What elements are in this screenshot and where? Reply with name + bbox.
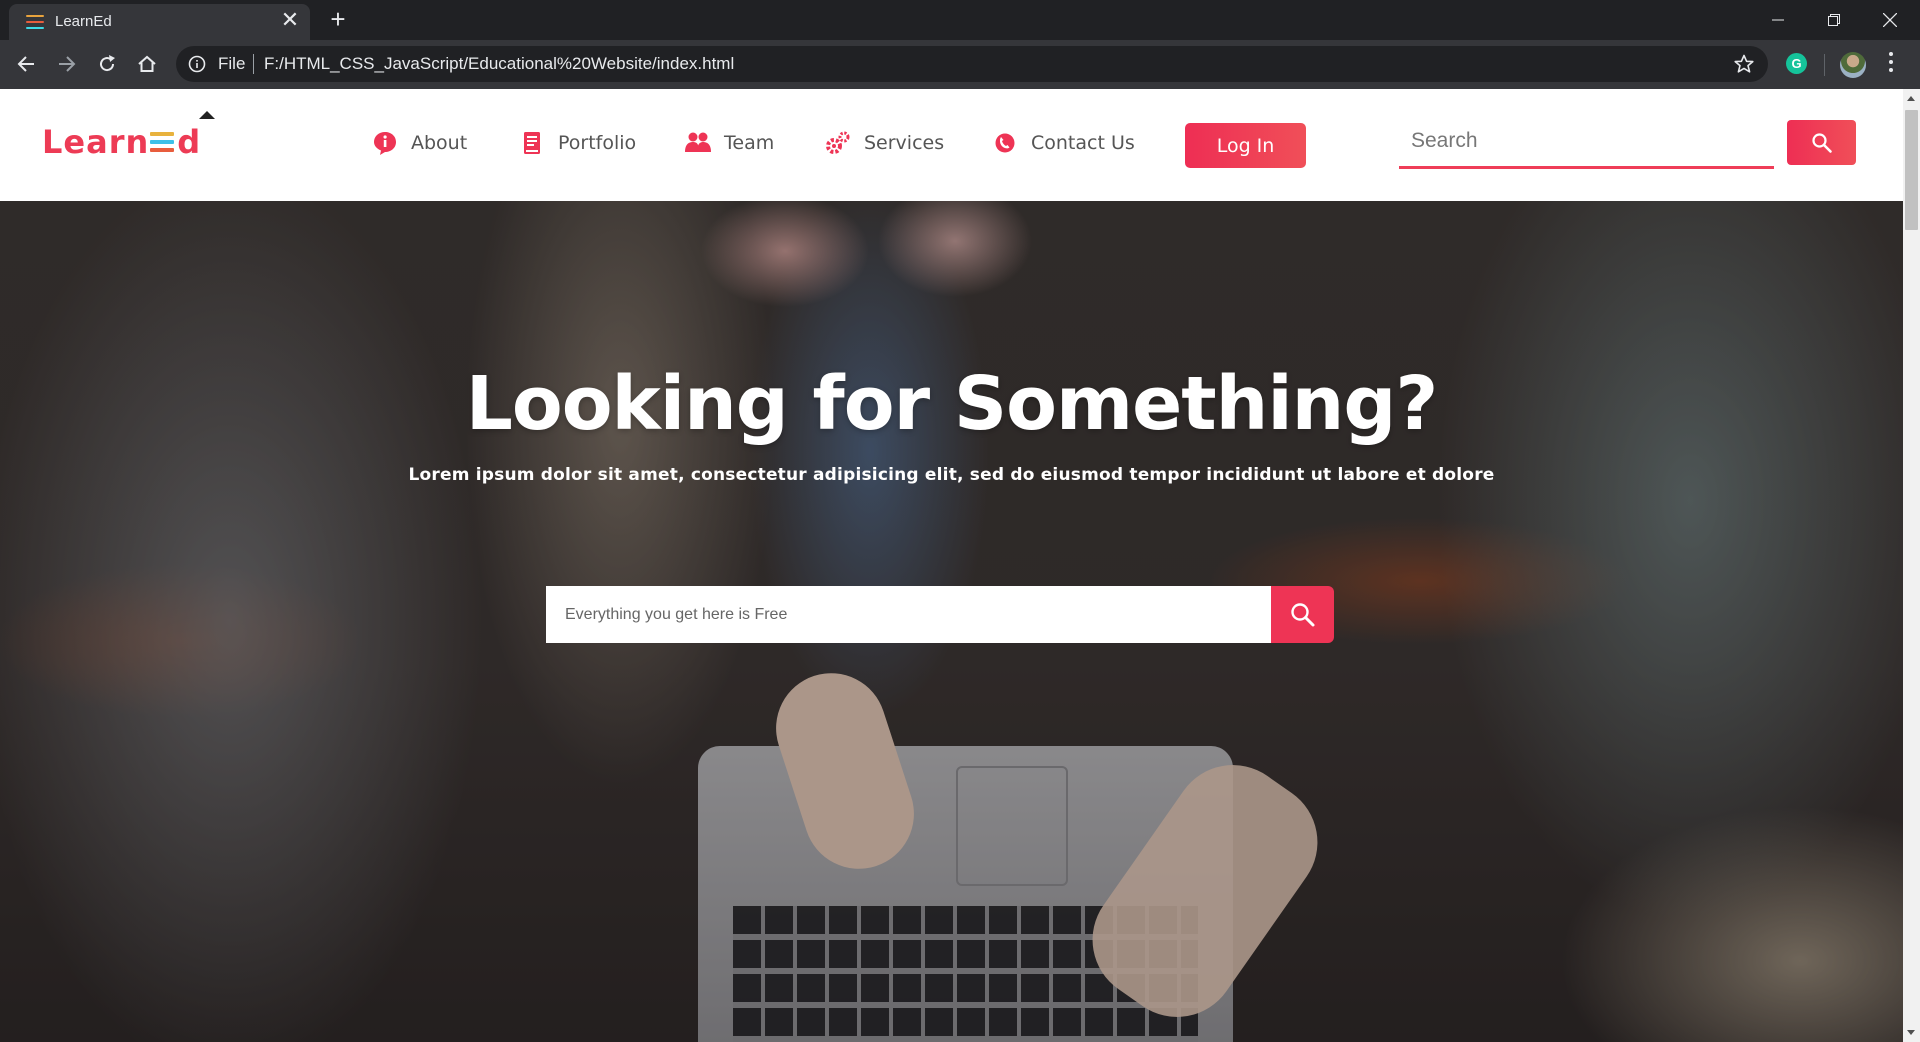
new-tab-button[interactable]: + [325, 6, 351, 32]
reload-button[interactable] [91, 48, 123, 80]
logo-text-d: d [177, 123, 202, 161]
nav-search-button[interactable] [1787, 120, 1856, 165]
nav-services[interactable]: Services [824, 129, 944, 157]
contact-icon [995, 133, 1015, 153]
hero-title: Looking for Something? [465, 361, 1439, 447]
url-separator [253, 54, 254, 74]
book-icon [524, 132, 540, 154]
nav-contact-label: Contact Us [1031, 132, 1135, 154]
logo-text-d-wrap: d [177, 111, 216, 161]
reload-icon [100, 55, 115, 72]
address-bar[interactable]: File F:/HTML_CSS_JavaScript/Educational%… [176, 46, 1768, 82]
page-scrollbar[interactable] [1903, 89, 1920, 1042]
browser-tab-bar: LearnEd ✕ + [0, 0, 1920, 40]
hero-search-button[interactable] [1271, 586, 1334, 643]
arrow-left-icon [17, 56, 34, 72]
arrow-right-icon [59, 56, 76, 72]
nav-team[interactable]: Team [684, 129, 774, 157]
url-text[interactable]: F:/HTML_CSS_JavaScript/Educational%20Web… [264, 54, 734, 74]
home-icon [138, 55, 156, 72]
login-button[interactable]: Log In [1185, 123, 1306, 168]
restore-button[interactable] [1806, 0, 1862, 40]
browser-toolbar: File F:/HTML_CSS_JavaScript/Educational%… [0, 40, 1920, 89]
tab-close-icon[interactable]: ✕ [279, 9, 301, 31]
grammarly-extension-icon[interactable]: G [1786, 53, 1807, 74]
info-icon [374, 132, 396, 155]
scroll-down-icon[interactable] [1907, 1030, 1915, 1035]
logo-text-learn: Learn [42, 123, 150, 161]
hero-subtitle: Lorem ipsum dolor sit amet, consectetur … [408, 465, 1495, 485]
close-window-button[interactable] [1862, 0, 1918, 40]
url-scheme: File [218, 54, 246, 73]
star-bookmark-icon[interactable] [1734, 54, 1754, 74]
gears-icon [826, 131, 850, 154]
back-button[interactable] [10, 48, 42, 80]
profile-avatar[interactable] [1840, 52, 1866, 78]
nav-team-label: Team [724, 132, 775, 154]
nav-about-label: About [411, 132, 468, 154]
browser-menu-icon[interactable] [1886, 52, 1896, 76]
toolbar-divider [1824, 54, 1825, 76]
minimize-button[interactable] [1750, 0, 1806, 40]
scrollbar-thumb[interactable] [1905, 110, 1918, 230]
tab-title: LearnEd [55, 13, 112, 30]
site-navbar: Learn d About Portfolio Team Services Co… [0, 89, 1903, 201]
hero-section: Looking for Something? Lorem ipsum dolor… [0, 201, 1903, 1042]
browser-tab[interactable]: LearnEd ✕ [9, 4, 310, 40]
graduation-cap-icon [199, 111, 216, 119]
hero-search-input[interactable] [546, 586, 1272, 643]
close-icon [1883, 13, 1897, 27]
nav-portfolio-label: Portfolio [558, 132, 637, 154]
team-icon [685, 132, 711, 152]
books-e-icon [150, 131, 176, 153]
search-icon [1290, 602, 1314, 626]
nav-contact[interactable]: Contact Us [991, 129, 1135, 157]
hamburger-favicon-icon [26, 15, 44, 29]
home-button[interactable] [131, 48, 163, 80]
page-viewport: Learn d About Portfolio Team Services Co… [0, 89, 1920, 1042]
restore-icon [1828, 14, 1840, 26]
search-icon [1811, 132, 1832, 153]
site-logo[interactable]: Learn d [42, 111, 216, 161]
nav-services-label: Services [864, 132, 945, 154]
nav-portfolio[interactable]: Portfolio [518, 129, 636, 157]
minimize-icon [1772, 19, 1784, 21]
nav-search-input[interactable] [1399, 115, 1774, 169]
forward-button[interactable] [51, 48, 83, 80]
scroll-up-icon[interactable] [1907, 96, 1915, 101]
info-icon[interactable] [188, 55, 206, 73]
nav-about[interactable]: About [371, 129, 467, 157]
